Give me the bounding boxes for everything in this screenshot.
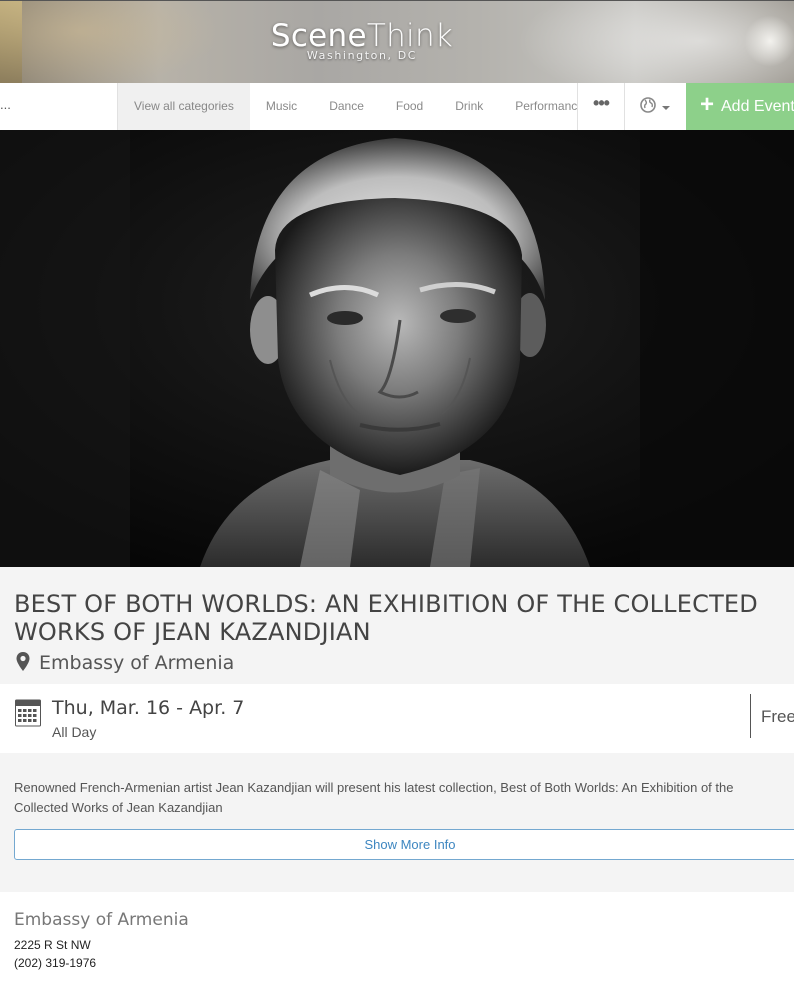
header-bg-decoration — [0, 1, 22, 83]
category-list: View all categories Music Dance Food Drink Pe… — [118, 83, 577, 130]
event-hero-image — [0, 130, 794, 567]
event-title-section: BEST OF BOTH WORLDS: AN EXHIBITION OF TH… — [0, 567, 794, 684]
price-divider — [750, 694, 751, 738]
category-food[interactable]: Food — [380, 83, 439, 130]
search-input-value: ... — [0, 97, 11, 112]
category-music[interactable]: Music — [250, 83, 313, 130]
event-date: Thu, Mar. 16 - Apr. 7 — [52, 697, 245, 719]
event-venue-name: Embassy of Armenia — [39, 652, 235, 674]
add-event-label: Add Event — [721, 98, 794, 115]
category-dance[interactable]: Dance — [313, 83, 380, 130]
portrait-photo — [0, 130, 794, 567]
event-description-section: Renowned French-Armenian artist Jean Kaz… — [0, 753, 794, 892]
category-view-all[interactable]: View all categories — [118, 83, 250, 130]
category-drink[interactable]: Drink — [439, 83, 499, 130]
add-event-button[interactable]: + Add Event — [686, 83, 794, 130]
site-logo[interactable]: SceneThink Washington, DC — [262, 17, 462, 62]
globe-icon — [640, 97, 656, 113]
chevron-down-icon — [662, 106, 670, 110]
venue-details-section: Embassy of Armenia 2225 R St NW (202) 31… — [0, 892, 794, 981]
calendar-icon — [15, 699, 41, 727]
event-price: Free — [761, 707, 794, 726]
location-dropdown[interactable] — [625, 83, 685, 130]
more-categories-button[interactable]: ••• — [577, 83, 625, 130]
category-navbar: ... View all categories Music Dance Food Dri… — [0, 83, 794, 131]
show-more-info-button[interactable]: Show More Info — [14, 829, 794, 860]
header-bg-decoration — [740, 11, 794, 71]
plus-icon: + — [700, 91, 715, 118]
site-header: SceneThink Washington, DC — [0, 0, 794, 83]
map-pin-icon — [16, 652, 30, 671]
venue-phone[interactable]: (202) 319-1976 — [14, 956, 96, 970]
venue-name[interactable]: Embassy of Armenia — [14, 910, 189, 930]
ellipsis-icon: ••• — [593, 93, 610, 113]
logo-word-think: Think — [366, 18, 454, 54]
event-date-section: Thu, Mar. 16 - Apr. 7 All Day Free — [0, 684, 794, 753]
event-title: BEST OF BOTH WORLDS: AN EXHIBITION OF TH… — [14, 590, 758, 646]
search-input[interactable]: ... — [0, 83, 118, 130]
event-description: Renowned French-Armenian artist Jean Kaz… — [14, 780, 734, 815]
category-performance[interactable]: Performance — [499, 83, 577, 130]
venue-address: 2225 R St NW — [14, 938, 91, 952]
event-time: All Day — [52, 724, 97, 740]
